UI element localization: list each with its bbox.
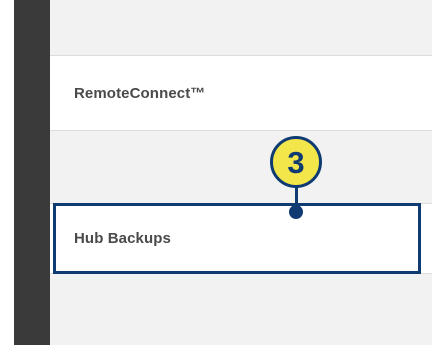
- callout-highlight-box: [53, 203, 421, 274]
- section-spacer: [50, 131, 432, 203]
- menu-item-label: RemoteConnect™: [74, 84, 206, 102]
- menu-item-remoteconnect[interactable]: RemoteConnect™: [50, 55, 432, 131]
- callout-step-number: 3: [287, 144, 305, 180]
- callout-anchor-dot: [289, 205, 303, 219]
- callout-step-badge: 3: [270, 136, 322, 188]
- section-spacer: [50, 0, 432, 55]
- settings-list: RemoteConnect™ Hub Backups: [50, 0, 432, 345]
- section-spacer: [50, 274, 432, 345]
- sidebar-dark-edge: [14, 0, 50, 345]
- app-frame: RemoteConnect™ Hub Backups: [14, 0, 432, 345]
